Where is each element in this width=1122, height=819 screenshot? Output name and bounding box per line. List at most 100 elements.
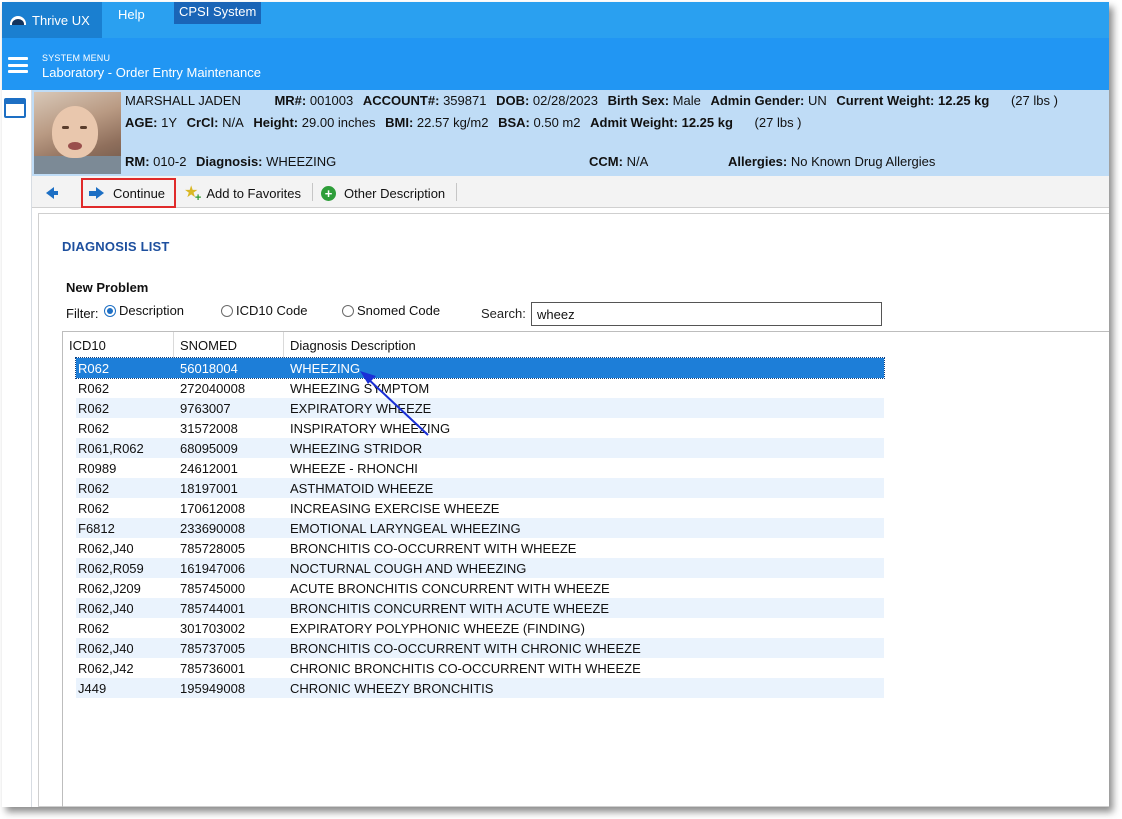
table-row[interactable]: R062 272040008 WHEEZING SYMPTOM [76, 378, 884, 398]
cell-snomed: 170612008 [180, 501, 246, 516]
cell-description: WHEEZING STRIDOR [290, 441, 423, 456]
continue-button[interactable]: Continue [81, 178, 176, 208]
content-panel: DIAGNOSIS LIST New Problem Filter: Descr… [38, 213, 1109, 807]
app-header: SYSTEM MENU Laboratory - Order Entry Mai… [2, 38, 1109, 90]
crcl-label: CrCl: [186, 115, 219, 130]
bmi-label: BMI: [385, 115, 414, 130]
cell-snomed: 785737005 [180, 641, 246, 656]
filter-snomed-radio[interactable]: Snomed Code [342, 303, 440, 318]
plus-circle-icon: + [321, 185, 336, 201]
cell-description: BRONCHITIS CONCURRENT WITH ACUTE WHEEZE [290, 601, 609, 616]
table-row[interactable]: R061,R062 68095009 WHEEZING STRIDOR [76, 438, 884, 458]
arrow-right-icon [89, 187, 105, 199]
page-title: DIAGNOSIS LIST [62, 239, 170, 254]
table-row[interactable]: R062 9763007 EXPIRATORY WHEEZE [76, 398, 884, 418]
table-row[interactable]: R0989 24612001 WHEEZE - RHONCHI [76, 458, 884, 478]
table-row[interactable]: R062,J40 785744001 BRONCHITIS CONCURRENT W… [76, 598, 884, 618]
birth-sex-value: Male [672, 93, 701, 108]
height-value: 29.00 inches [301, 115, 376, 130]
cell-snomed: 785745000 [180, 581, 246, 596]
table-row[interactable]: R062,J40 785728005 BRONCHITIS CO-OCCURRENT… [76, 538, 884, 558]
table-row[interactable]: R062 18197001 ASTHMATOID WHEEZE [76, 478, 884, 498]
filter-description-radio[interactable]: Description [104, 303, 184, 318]
other-description-button[interactable]: + Other Description [315, 179, 451, 207]
cell-description: WHEEZE - RHONCHI [290, 461, 418, 476]
star-add-icon: ★ [184, 185, 202, 205]
tab-cpsi-system[interactable]: CPSI System [174, 2, 262, 24]
filter-snomed-label: Snomed Code [357, 303, 441, 318]
diagnosis-table: ICD10 SNOMED Diagnosis Description R062 5… [62, 331, 1109, 807]
system-menu-label[interactable]: SYSTEM MENU [42, 53, 110, 63]
filter-description-label: Description [119, 303, 185, 318]
table-row[interactable]: F6812 233690008 EMOTIONAL LARYNGEAL WHEEZI… [76, 518, 884, 538]
height-label: Height: [253, 115, 299, 130]
add-to-favorites-button[interactable]: ★ Add to Favorites [178, 179, 307, 207]
tab-thrive-ux-label: Thrive UX [32, 12, 90, 28]
cell-snomed: 161947006 [180, 561, 246, 576]
patient-row-2: AGE: 1Y CrCl: N/A Height: 29.00 inches B… [125, 115, 802, 130]
column-header-snomed[interactable]: SNOMED [174, 332, 284, 358]
cell-snomed: 301703002 [180, 621, 246, 636]
cell-snomed: 68095009 [180, 441, 238, 456]
admit-weight-lbs: (27 lbs ) [754, 115, 802, 130]
cell-icd10: R062 [78, 481, 110, 496]
search-input[interactable] [531, 302, 882, 326]
table-row[interactable]: R062 170612008 INCREASING EXERCISE WHEEZE [76, 498, 884, 518]
cell-description: WHEEZING [290, 361, 361, 376]
radio-selected-icon [104, 304, 116, 317]
table-row[interactable]: R062,J209 785745000 ACUTE BRONCHITIS CONCU… [76, 578, 884, 598]
current-weight-label: Current Weight: [836, 93, 935, 108]
cell-icd10: R062,J40 [78, 541, 134, 556]
patient-ccm: CCM: N/A [589, 154, 648, 169]
cell-snomed: 9763007 [180, 401, 231, 416]
cell-snomed: 195949008 [180, 681, 246, 696]
dob-label: DOB: [496, 93, 530, 108]
filter-icd10-radio[interactable]: ICD10 Code [221, 303, 308, 318]
filter-icd10-label: ICD10 Code [236, 303, 308, 318]
diagnosis-value: WHEEZING [266, 154, 337, 169]
bsa-value: 0.50 m2 [533, 115, 581, 130]
top-tab-bar: Thrive UX Help CPSI System [2, 2, 1109, 38]
cell-icd10: R062 [78, 381, 110, 396]
table-row[interactable]: R062 31572008 INSPIRATORY WHEEZING [76, 418, 884, 438]
patient-name: MARSHALL JADEN [125, 93, 241, 108]
toolbar-divider [312, 183, 313, 201]
current-weight-lbs: (27 lbs ) [1010, 93, 1058, 108]
cell-icd10: R061,R062 [78, 441, 144, 456]
cell-snomed: 233690008 [180, 521, 246, 536]
thrive-logo-icon [10, 15, 26, 25]
page-subtitle: Laboratory - Order Entry Maintenance [42, 65, 261, 80]
table-row[interactable]: J449 195949008 CHRONIC WHEEZY BRONCHITIS [76, 678, 884, 698]
cell-snomed: 272040008 [180, 381, 246, 396]
table-row[interactable]: R062,J42 785736001 CHRONIC BRONCHITIS CO-O… [76, 658, 884, 678]
back-button[interactable] [40, 179, 60, 207]
mr-label: MR#: [274, 93, 307, 108]
cell-snomed: 24612001 [180, 461, 238, 476]
cell-description: WHEEZING SYMPTOM [290, 381, 430, 396]
ccm-label: CCM: [589, 154, 623, 169]
column-header-description[interactable]: Diagnosis Description [284, 332, 884, 358]
app-window: Thrive UX Help CPSI System SYSTEM MENU L… [2, 2, 1109, 807]
continue-label: Continue [113, 185, 166, 201]
cell-description: INCREASING EXERCISE WHEEZE [290, 501, 500, 516]
table-body: R062 56018004 WHEEZING R062 272040008 WHEEZIN… [75, 357, 885, 698]
table-row[interactable]: R062 56018004 WHEEZING [75, 357, 885, 379]
hamburger-icon[interactable] [8, 57, 28, 73]
table-row[interactable]: R062 301703002 EXPIRATORY POLYPHONIC WHEEZ… [76, 618, 884, 638]
cell-description: BRONCHITIS CO-OCCURRENT WITH WHEEZE [290, 541, 577, 556]
tab-help[interactable]: Help [118, 7, 145, 22]
table-row[interactable]: R062,R059 161947006 NOCTURNAL COUGH AND WH… [76, 558, 884, 578]
patient-row-1: MARSHALL JADEN MR#: 001003 ACCOUNT#: 359… [125, 93, 1058, 108]
table-row[interactable]: R062,J40 785737005 BRONCHITIS CO-OCCURRENT… [76, 638, 884, 658]
window-icon[interactable] [4, 98, 26, 118]
other-description-label: Other Description [344, 185, 446, 201]
account-value: 359871 [443, 93, 487, 108]
cell-icd10: R062,J42 [78, 661, 134, 676]
account-label: ACCOUNT#: [362, 93, 440, 108]
column-header-icd10[interactable]: ICD10 [63, 332, 174, 358]
cell-description: NOCTURNAL COUGH AND WHEEZING [290, 561, 527, 576]
toolbar: Continue ★ Add to Favorites + Other Desc… [32, 176, 1109, 208]
cell-icd10: R062 [78, 621, 110, 636]
cell-description: BRONCHITIS CO-OCCURRENT WITH CHRONIC WHE… [290, 641, 641, 656]
tab-thrive-ux[interactable]: Thrive UX [2, 2, 102, 38]
